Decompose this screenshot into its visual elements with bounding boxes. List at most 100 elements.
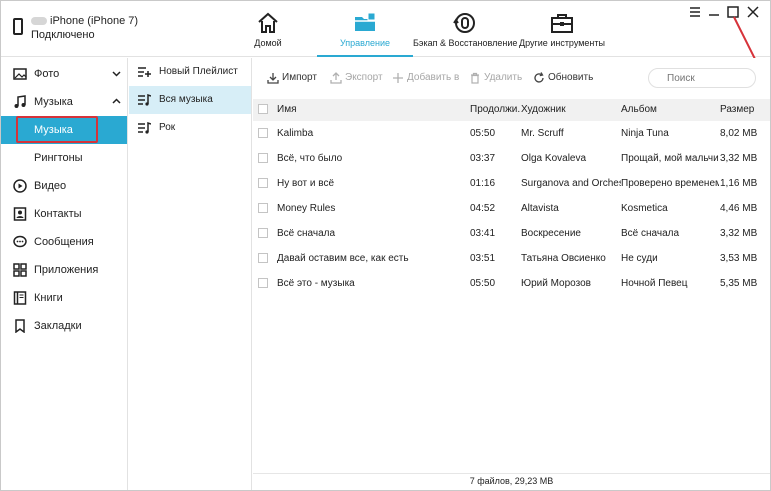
cell-album: Не суди: [621, 253, 658, 264]
contacts-icon: [13, 207, 27, 221]
cell-duration: 03:41: [470, 228, 496, 239]
cell-artist: Mr. Scruff: [521, 128, 564, 139]
sidebar-item-label: Закладки: [34, 320, 82, 332]
row-checkbox[interactable]: [258, 153, 268, 163]
cell-name: Всё, что было: [277, 153, 343, 164]
column-header-album[interactable]: Альбом: [621, 104, 719, 115]
sidebar-item-label: Контакты: [34, 208, 82, 220]
cell-artist: Surganova and Orches...: [521, 178, 621, 189]
row-checkbox[interactable]: [258, 253, 268, 263]
cell-size: 3,32 MB: [720, 153, 758, 164]
sidebar-item-label: Фото: [34, 68, 60, 80]
sidebar-item-label: Видео: [34, 180, 67, 192]
sidebar-item-bookmarks[interactable]: Закладки: [1, 312, 127, 340]
cell-album: Kosmetica: [621, 203, 668, 214]
tab-other-tools[interactable]: Другие инструменты: [517, 1, 607, 56]
sidebar-item-music-sub[interactable]: Музыка: [1, 116, 127, 144]
trash-icon: [471, 72, 479, 84]
table-row[interactable]: Всё это - музыка 05:50 Юрий Морозов Ночн…: [253, 271, 770, 296]
select-all-checkbox[interactable]: [258, 104, 268, 114]
device-name: iPhone (iPhone 7): [31, 15, 138, 27]
cell-size: 3,53 MB: [720, 253, 758, 264]
add-playlist-icon: [138, 67, 151, 77]
sidebar-item-label: Приложения: [34, 264, 99, 276]
cell-album: Прощай, мой мальчи...: [621, 153, 719, 164]
menu-icon[interactable]: [688, 5, 702, 19]
tab-tools-label: Другие инструменты: [519, 38, 605, 48]
cell-duration: 05:50: [470, 278, 496, 289]
tab-home[interactable]: Домой: [240, 1, 296, 56]
search-input[interactable]: [648, 68, 756, 88]
playlist-all-music[interactable]: Вся музыка: [129, 86, 251, 114]
column-header-duration[interactable]: Продолжи...: [470, 104, 520, 115]
sidebar-item-label: Музыка: [34, 124, 73, 136]
sidebar-item-apps[interactable]: Приложения: [1, 256, 127, 284]
playlist-label: Рок: [159, 122, 176, 133]
backup-restore-icon: [453, 13, 475, 33]
table-row[interactable]: Давай оставим все, как есть 03:51 Татьян…: [253, 246, 770, 271]
add-to-button[interactable]: Добавить в: [392, 71, 462, 87]
import-button[interactable]: Импорт: [267, 71, 327, 87]
cell-duration: 05:50: [470, 128, 496, 139]
export-button[interactable]: Экспорт: [330, 71, 390, 87]
cell-size: 4,46 MB: [720, 203, 758, 214]
column-header-size[interactable]: Размер: [720, 104, 768, 115]
phone-icon: [13, 18, 23, 35]
sidebar-item-music[interactable]: Музыка: [1, 88, 127, 116]
export-label: Экспорт: [345, 72, 383, 83]
tab-backup-label: Бэкап & Восстановление: [413, 38, 518, 48]
row-checkbox[interactable]: [258, 203, 268, 213]
sidebar-item-ringtones[interactable]: Рингтоны: [1, 144, 127, 172]
messages-icon: [13, 235, 27, 248]
sidebar-item-label: Музыка: [34, 96, 73, 108]
export-icon: [330, 72, 342, 84]
playlist-label: Вся музыка: [159, 94, 213, 105]
sidebar: Фото Музыка Музыка Рингтоны Видео Контак…: [1, 58, 128, 490]
table-row[interactable]: Money Rules 04:52 Altavista Kosmetica 4,…: [253, 196, 770, 221]
minimize-icon[interactable]: [707, 5, 721, 19]
cell-album: Всё сначала: [621, 228, 680, 239]
column-header-artist[interactable]: Художник: [521, 104, 621, 115]
table-row[interactable]: Всё сначала 03:41 Воскресение Всё сначал…: [253, 221, 770, 246]
cell-name: Всё это - музыка: [277, 278, 355, 289]
apps-grid-icon: [13, 263, 27, 277]
sidebar-item-messages[interactable]: Сообщения: [1, 228, 127, 256]
cell-size: 1,16 MB: [720, 178, 758, 189]
cell-name: Давай оставим все, как есть: [277, 253, 409, 264]
book-icon: [13, 291, 27, 305]
tab-backup-restore[interactable]: Бэкап & Восстановление: [413, 1, 518, 56]
cell-duration: 04:52: [470, 203, 496, 214]
home-icon: [258, 12, 278, 33]
import-icon: [267, 73, 279, 84]
table-row[interactable]: Всё, что было 03:37 Olga Kovaleva Прощай…: [253, 146, 770, 171]
column-header-name[interactable]: Имя: [277, 104, 467, 115]
cell-duration: 03:51: [470, 253, 496, 264]
row-checkbox[interactable]: [258, 128, 268, 138]
device-status: Подключено: [31, 29, 95, 41]
sidebar-item-video[interactable]: Видео: [1, 172, 127, 200]
sidebar-item-books[interactable]: Книги: [1, 284, 127, 312]
cell-duration: 01:16: [470, 178, 496, 189]
sidebar-item-contacts[interactable]: Контакты: [1, 200, 127, 228]
sidebar-item-photo[interactable]: Фото: [1, 60, 127, 88]
row-checkbox[interactable]: [258, 278, 268, 288]
delete-button[interactable]: Удалить: [469, 71, 529, 87]
row-checkbox[interactable]: [258, 228, 268, 238]
table-row[interactable]: Ну вот и всё 01:16 Surganova and Orches.…: [253, 171, 770, 196]
tab-manage-label: Управление: [339, 38, 391, 48]
refresh-icon: [534, 72, 544, 83]
blurred-name: [31, 17, 47, 26]
app-window: iPhone (iPhone 7) Подключено Домой Управ…: [0, 0, 771, 491]
new-playlist-button[interactable]: Новый Плейлист: [129, 58, 251, 86]
cell-artist: Olga Kovaleva: [521, 153, 587, 164]
cell-name: Всё сначала: [277, 228, 336, 239]
play-circle-icon: [13, 179, 27, 193]
folder-icon: [355, 12, 376, 31]
row-checkbox[interactable]: [258, 178, 268, 188]
refresh-button[interactable]: Обновить: [533, 71, 603, 87]
cell-size: 8,02 MB: [720, 128, 758, 139]
table-row[interactable]: Kalimba 05:50 Mr. Scruff Ninja Tuna 8,02…: [253, 121, 770, 146]
tab-manage[interactable]: Управление: [317, 1, 413, 57]
sidebar-item-label: Сообщения: [34, 236, 94, 248]
playlist-rock[interactable]: Рок: [129, 114, 251, 142]
